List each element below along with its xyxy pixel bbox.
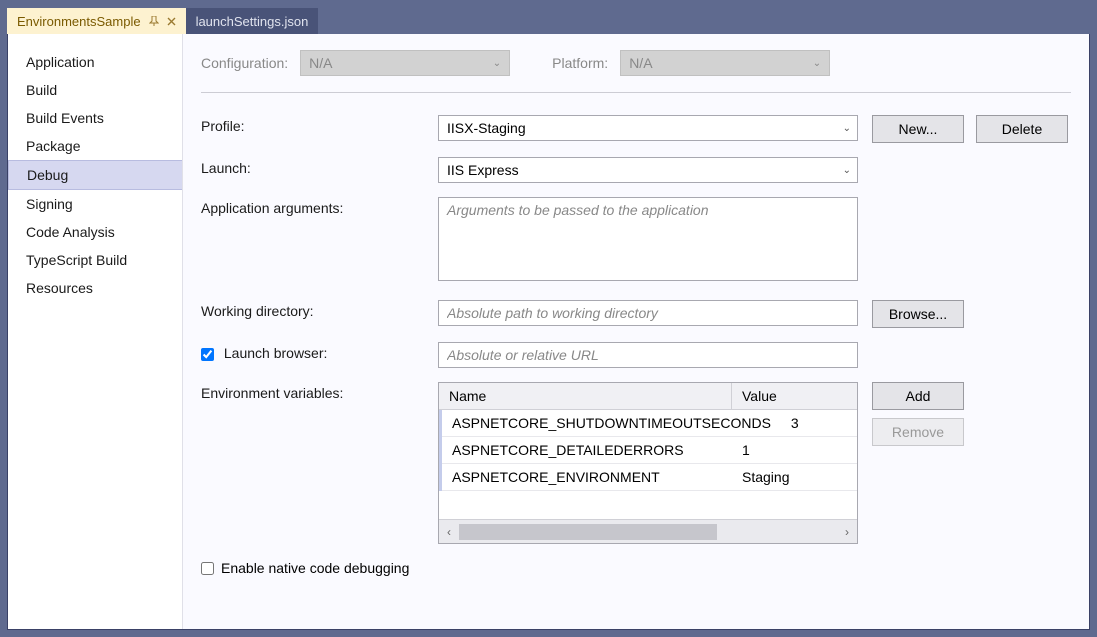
launch-label: Launch: (201, 157, 438, 176)
pin-icon[interactable] (149, 16, 159, 26)
sidebar-item-build-events[interactable]: Build Events (8, 104, 182, 132)
scroll-right-icon[interactable]: › (837, 520, 857, 543)
profile-value: IISX-Staging (447, 120, 526, 136)
env-name-cell: ASPNETCORE_DETAILEDERRORS (442, 437, 732, 463)
platform-value: N/A (629, 55, 652, 71)
chevron-down-icon: ⌄ (843, 123, 851, 134)
env-header-name[interactable]: Name (439, 383, 732, 409)
configuration-select: N/A ⌄ (300, 50, 510, 76)
launch-browser-input[interactable] (438, 342, 858, 368)
horizontal-scrollbar[interactable]: ‹ › (439, 519, 857, 543)
sidebar-item-build[interactable]: Build (8, 76, 182, 104)
close-icon[interactable] (167, 17, 176, 26)
chevron-down-icon: ⌄ (813, 58, 821, 69)
env-name-cell: ASPNETCORE_SHUTDOWNTIMEOUTSECONDS (442, 410, 781, 436)
launch-browser-checkbox[interactable] (201, 348, 214, 361)
working-dir-input[interactable] (438, 300, 858, 326)
app-args-input[interactable] (438, 197, 858, 281)
configuration-value: N/A (309, 55, 332, 71)
table-row[interactable]: ASPNETCORE_DETAILEDERRORS 1 (442, 437, 857, 464)
launch-select[interactable]: IIS Express ⌄ (438, 157, 858, 183)
new-button[interactable]: New... (872, 115, 964, 143)
env-value-cell: 3 (781, 410, 857, 436)
configuration-label: Configuration: (201, 55, 288, 71)
platform-label: Platform: (552, 55, 608, 71)
env-header-value[interactable]: Value (732, 383, 857, 409)
env-value-cell: Staging (732, 464, 857, 490)
tab-launchsettings[interactable]: launchSettings.json (186, 8, 319, 34)
table-row[interactable]: ASPNETCORE_SHUTDOWNTIMEOUTSECONDS 3 (442, 410, 857, 437)
launch-value: IIS Express (447, 162, 519, 178)
remove-button: Remove (872, 418, 964, 446)
native-debug-checkbox[interactable] (201, 562, 214, 575)
tab-bar: EnvironmentsSample launchSettings.json (7, 8, 1090, 34)
env-vars-table: Name Value ASPNETCORE_SHUTDOWNTIMEOUTSEC… (438, 382, 858, 544)
sidebar: Application Build Build Events Package D… (8, 34, 183, 629)
sidebar-item-signing[interactable]: Signing (8, 190, 182, 218)
browse-button[interactable]: Browse... (872, 300, 964, 328)
sidebar-item-package[interactable]: Package (8, 132, 182, 160)
sidebar-item-code-analysis[interactable]: Code Analysis (8, 218, 182, 246)
env-name-cell: ASPNETCORE_ENVIRONMENT (442, 464, 732, 490)
sidebar-item-application[interactable]: Application (8, 48, 182, 76)
profile-select[interactable]: IISX-Staging ⌄ (438, 115, 858, 141)
scroll-thumb[interactable] (459, 524, 717, 540)
native-debug-label: Enable native code debugging (221, 560, 409, 576)
delete-button[interactable]: Delete (976, 115, 1068, 143)
env-vars-label: Environment variables: (201, 382, 438, 401)
chevron-down-icon: ⌄ (493, 58, 501, 69)
tab-label: launchSettings.json (196, 14, 309, 29)
platform-select: N/A ⌄ (620, 50, 830, 76)
table-row[interactable]: ASPNETCORE_ENVIRONMENT Staging (442, 464, 857, 491)
launch-browser-label: Launch browser: (201, 342, 438, 361)
tab-environments-sample[interactable]: EnvironmentsSample (7, 8, 186, 34)
tab-label: EnvironmentsSample (17, 14, 141, 29)
profile-label: Profile: (201, 115, 438, 134)
sidebar-item-resources[interactable]: Resources (8, 274, 182, 302)
app-args-label: Application arguments: (201, 197, 438, 216)
sidebar-item-typescript-build[interactable]: TypeScript Build (8, 246, 182, 274)
scroll-left-icon[interactable]: ‹ (439, 520, 459, 543)
chevron-down-icon: ⌄ (843, 165, 851, 176)
sidebar-item-debug[interactable]: Debug (8, 160, 182, 190)
env-value-cell: 1 (732, 437, 857, 463)
working-dir-label: Working directory: (201, 300, 438, 319)
add-button[interactable]: Add (872, 382, 964, 410)
